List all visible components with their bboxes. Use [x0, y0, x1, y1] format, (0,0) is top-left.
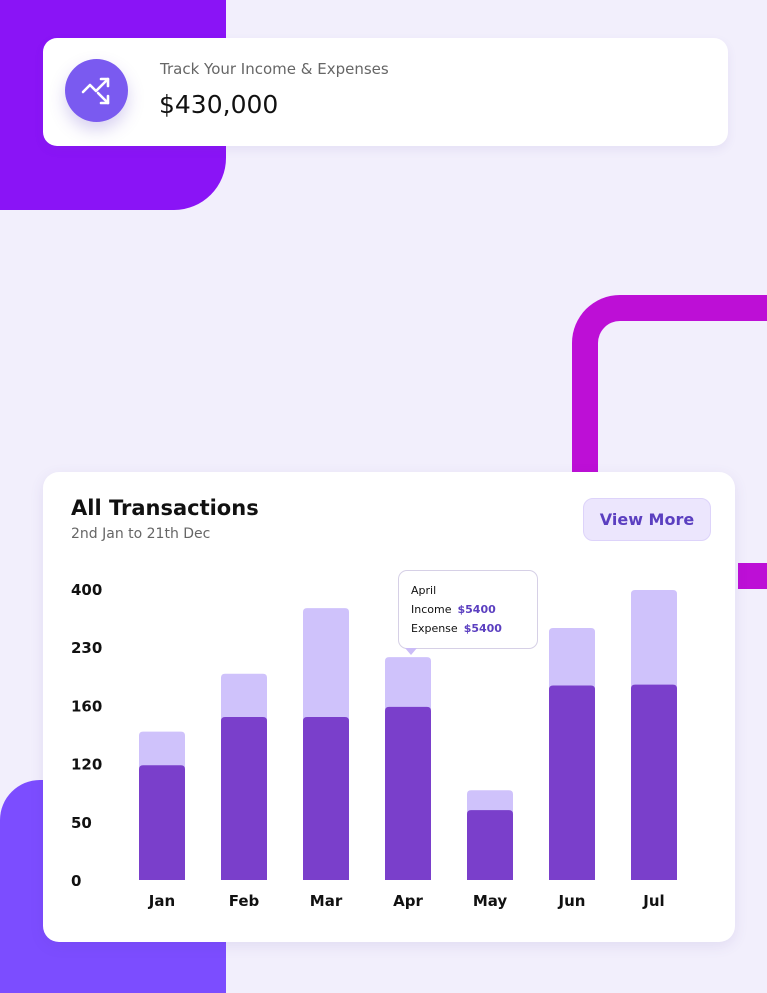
transactions-card: All Transactions 2nd Jan to 21th Dec Vie… [43, 472, 735, 942]
bar-expense-jan [139, 765, 185, 880]
bar-expense-apr [385, 706, 431, 880]
bar-expense-mar [303, 717, 349, 880]
y-tick-label: 0 [71, 872, 81, 890]
bar-expense-feb [221, 717, 267, 880]
summary-subtitle: Track Your Income & Expenses [160, 60, 389, 78]
x-tick-label: Jan [148, 892, 175, 910]
summary-card: Track Your Income & Expenses $430,000 [43, 38, 728, 146]
y-tick-label: 400 [71, 581, 102, 599]
tooltip-expense-label: Expense [411, 622, 458, 635]
tooltip-month: April [411, 584, 437, 597]
x-tick-label: Apr [393, 892, 423, 910]
x-tick-label: Jul [642, 892, 664, 910]
y-tick-label: 50 [71, 814, 92, 832]
x-tick-label: Mar [310, 892, 343, 910]
x-tick-label: Jun [558, 892, 586, 910]
y-tick-label: 230 [71, 639, 102, 657]
x-tick-label: May [473, 892, 508, 910]
bar-expense-jun [549, 685, 595, 880]
x-tick-label: Feb [229, 892, 260, 910]
trending-arrows-icon [65, 59, 128, 122]
bar-expense-jul [631, 684, 677, 880]
tooltip-expense-value: $5400 [463, 622, 502, 635]
bar-expense-may [467, 810, 513, 880]
summary-amount: $430,000 [159, 90, 279, 119]
y-tick-label: 120 [71, 756, 102, 774]
bar-chart: 0 50 120 160 230 400 Jan Feb Mar Apr May Jun Jul [71, 581, 677, 910]
tooltip-income-value: $5400 [457, 603, 496, 616]
decor-bar [738, 563, 767, 589]
y-tick-label: 160 [71, 697, 102, 715]
chart-tooltip: April Income $5400 Expense $5400 [398, 570, 538, 655]
tooltip-income-label: Income [411, 603, 452, 616]
